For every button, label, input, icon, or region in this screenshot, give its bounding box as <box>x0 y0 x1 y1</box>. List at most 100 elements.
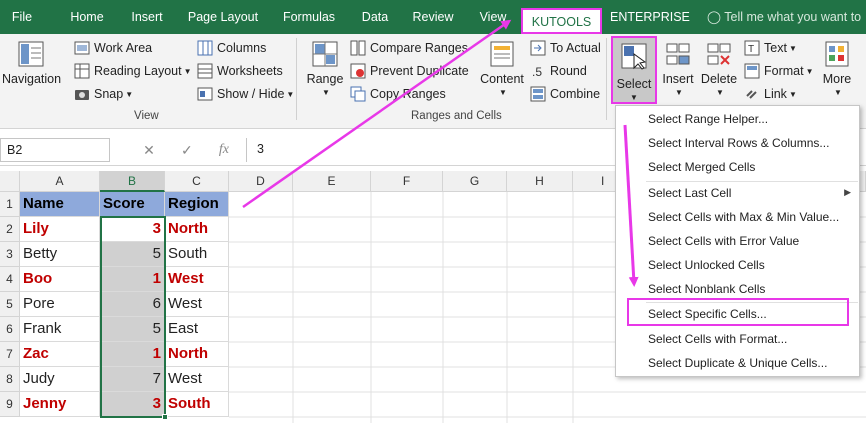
cell-c4[interactable]: West <box>165 267 229 292</box>
content-button[interactable]: Content ▼ <box>478 40 526 97</box>
snap-button[interactable]: Snap ▼ <box>74 84 133 104</box>
tab-file[interactable]: File <box>4 6 40 28</box>
menu-item-select-error-value[interactable]: Select Cells with Error Value <box>648 230 799 252</box>
work-area-button[interactable]: Work Area <box>74 38 152 58</box>
column-header-f[interactable]: F <box>371 171 443 192</box>
work-area-label: Work Area <box>94 41 153 55</box>
cell-c8[interactable]: West <box>165 367 229 392</box>
cell-a8[interactable]: Judy <box>20 367 100 392</box>
tab-review[interactable]: Review <box>410 6 456 28</box>
show-hide-button[interactable]: Show / Hide ▼ <box>197 84 294 104</box>
cell-c2[interactable]: North <box>165 217 229 242</box>
row-header-4[interactable]: 4 <box>0 267 20 292</box>
select-cursor-icon <box>621 43 647 70</box>
menu-item-select-max-min[interactable]: Select Cells with Max & Min Value... <box>648 206 839 228</box>
link-icon <box>746 90 757 99</box>
column-header-g[interactable]: G <box>443 171 507 192</box>
cell-c9[interactable]: South <box>165 392 229 417</box>
svg-text:.5: .5 <box>532 65 542 79</box>
column-header-c[interactable]: C <box>165 171 229 192</box>
range-label: Range <box>306 72 344 86</box>
delete-button[interactable]: Delete ▼ <box>700 40 738 97</box>
menu-item-select-last-cell-label: Select Last Cell <box>648 186 732 200</box>
navigation-button[interactable]: Navigation <box>2 40 61 86</box>
insert-label: Insert <box>662 72 694 86</box>
tab-data[interactable]: Data <box>357 6 393 28</box>
copy-ranges-button[interactable]: Copy Ranges <box>350 84 446 104</box>
insert-button[interactable]: Insert ▼ <box>660 40 696 97</box>
menu-item-select-cells-with-format[interactable]: Select Cells with Format... <box>648 328 787 350</box>
copy-ranges-label: Copy Ranges <box>370 87 446 101</box>
to-actual-label: To Actual <box>550 41 601 55</box>
cell-a1[interactable]: Name <box>20 192 100 217</box>
cell-a9[interactable]: Jenny <box>20 392 100 417</box>
select-button[interactable]: Select ▼ <box>611 36 657 104</box>
format-button[interactable]: Format ▼ <box>744 61 814 81</box>
column-header-a[interactable]: A <box>20 171 100 192</box>
fill-handle[interactable] <box>162 414 168 420</box>
prevent-duplicate-button[interactable]: Prevent Duplicate <box>350 61 469 81</box>
menu-item-select-interval-rows[interactable]: Select Interval Rows & Columns... <box>648 132 829 154</box>
row-header-7[interactable]: 7 <box>0 342 20 367</box>
tab-page-layout[interactable]: Page Layout <box>186 6 260 28</box>
menu-item-select-nonblank[interactable]: Select Nonblank Cells <box>648 278 765 300</box>
columns-button[interactable]: Columns <box>197 38 266 58</box>
row-header-9[interactable]: 9 <box>0 392 20 417</box>
row-header-5[interactable]: 5 <box>0 292 20 317</box>
reading-layout-button[interactable]: Reading Layout ▼ <box>74 61 192 81</box>
cell-a3[interactable]: Betty <box>20 242 100 267</box>
insert-function-icon[interactable]: fx <box>219 142 229 158</box>
menu-item-select-unlocked[interactable]: Select Unlocked Cells <box>648 254 765 276</box>
svg-text:T: T <box>748 44 754 55</box>
cell-c3[interactable]: South <box>165 242 229 267</box>
text-button[interactable]: T Text ▼ <box>744 38 797 58</box>
tab-kutools[interactable]: KUTOOLS <box>521 8 602 34</box>
menu-item-select-merged-cells[interactable]: Select Merged Cells <box>648 156 755 178</box>
cell-c6[interactable]: East <box>165 317 229 342</box>
column-header-b[interactable]: B <box>100 171 165 192</box>
cell-a7[interactable]: Zac <box>20 342 100 367</box>
range-button[interactable]: Range ▼ <box>304 40 346 97</box>
row-header-1[interactable]: 1 <box>0 192 20 217</box>
menu-item-select-last-cell[interactable]: Select Last Cell <box>648 182 858 204</box>
view-group-label: View <box>134 110 159 122</box>
specific-cells-highlight-box <box>627 298 849 326</box>
tab-formulas[interactable]: Formulas <box>280 6 338 28</box>
cell-c7[interactable]: North <box>165 342 229 367</box>
selection-range-border <box>100 216 166 418</box>
name-box[interactable]: B2 <box>0 138 110 162</box>
cell-a6[interactable]: Frank <box>20 317 100 342</box>
more-button[interactable]: More ▼ <box>818 40 856 97</box>
round-button[interactable]: .5 Round <box>530 61 587 81</box>
menu-item-select-duplicate-unique[interactable]: Select Duplicate & Unique Cells... <box>648 352 827 374</box>
tab-view[interactable]: View <box>475 6 511 28</box>
cell-a2[interactable]: Lily <box>20 217 100 242</box>
cell-c5[interactable]: West <box>165 292 229 317</box>
select-all-corner[interactable] <box>0 171 20 192</box>
menu-item-select-range-helper[interactable]: Select Range Helper... <box>648 108 768 130</box>
tab-insert[interactable]: Insert <box>126 6 168 28</box>
column-header-e[interactable]: E <box>293 171 371 192</box>
cell-a4[interactable]: Boo <box>20 267 100 292</box>
to-actual-button[interactable]: To Actual <box>530 38 601 58</box>
cancel-icon[interactable]: ✕ <box>143 142 155 159</box>
row-header-8[interactable]: 8 <box>0 367 20 392</box>
cell-c1[interactable]: Region <box>165 192 229 217</box>
tell-me-text: Tell me what you want to <box>724 10 862 24</box>
tell-me-box[interactable]: ◯ Tell me what you want to <box>707 6 861 28</box>
row-header-3[interactable]: 3 <box>0 242 20 267</box>
compare-ranges-button[interactable]: Compare Ranges <box>350 38 468 58</box>
worksheets-button[interactable]: Worksheets <box>197 61 283 81</box>
tab-enterprise[interactable]: ENTERPRISE <box>610 6 690 28</box>
cell-a5[interactable]: Pore <box>20 292 100 317</box>
combine-button[interactable]: Combine <box>530 84 600 104</box>
tab-home[interactable]: Home <box>64 6 110 28</box>
enter-icon[interactable]: ✓ <box>181 142 193 159</box>
column-header-h[interactable]: H <box>507 171 573 192</box>
row-header-2[interactable]: 2 <box>0 217 20 242</box>
link-label: Link <box>764 87 787 101</box>
column-header-d[interactable]: D <box>229 171 293 192</box>
cell-b1[interactable]: Score <box>100 192 165 217</box>
link-button[interactable]: Link ▼ <box>744 84 797 104</box>
row-header-6[interactable]: 6 <box>0 317 20 342</box>
